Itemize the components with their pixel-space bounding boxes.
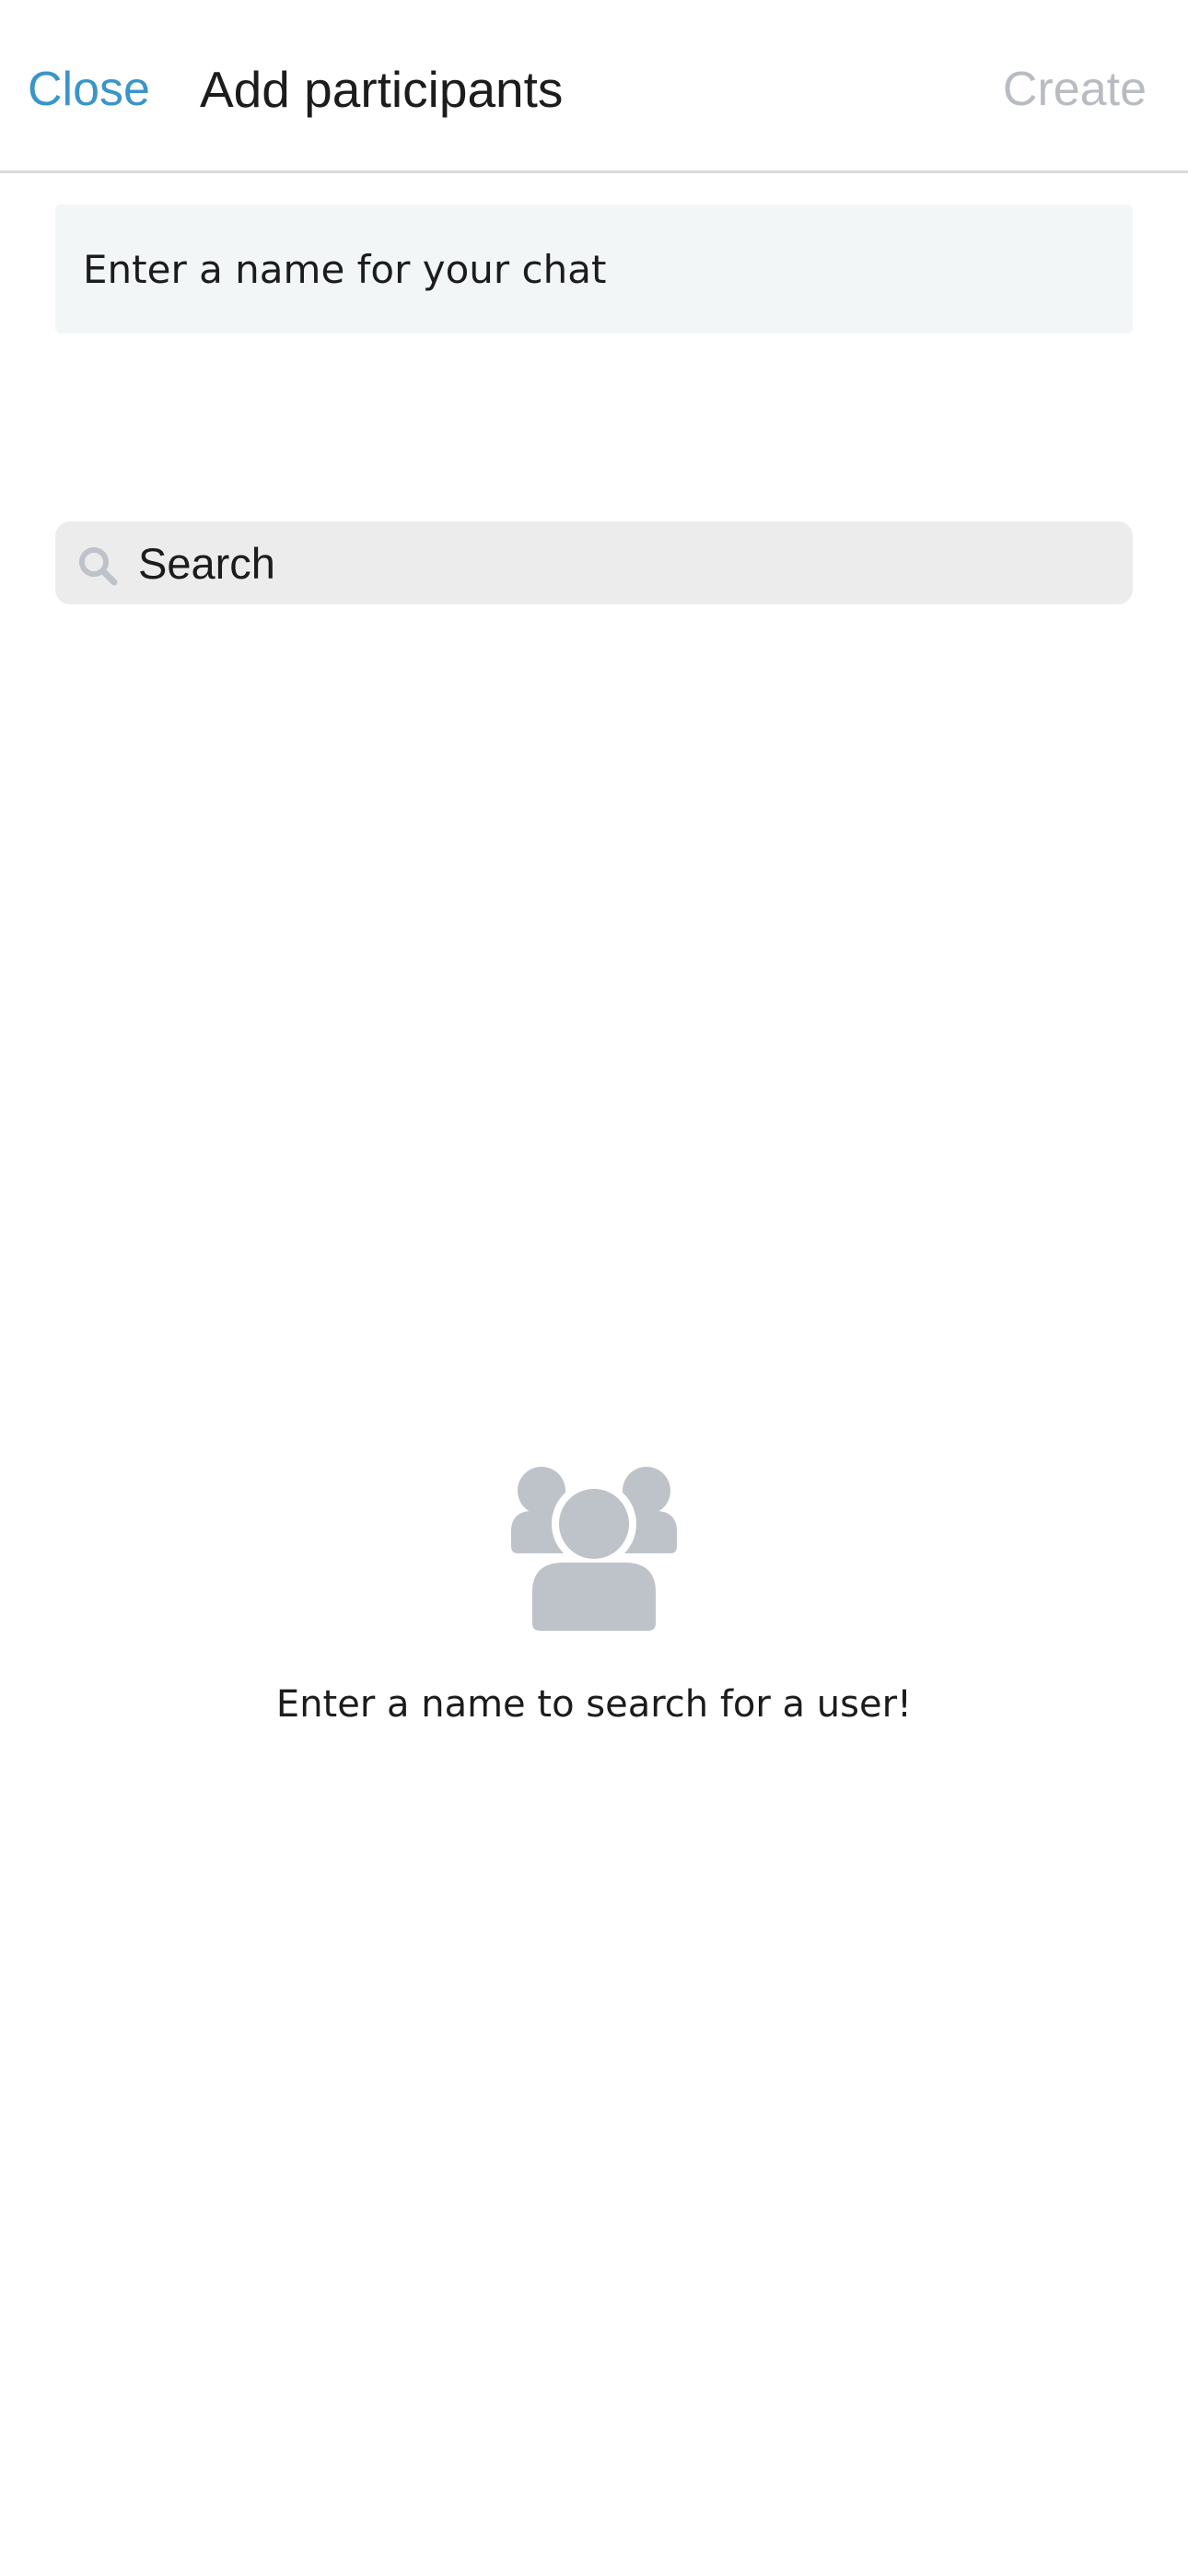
- page-title: Add participants: [200, 61, 564, 118]
- group-icon: [511, 1467, 677, 1633]
- close-button[interactable]: Close: [28, 57, 150, 122]
- empty-state-message: Enter a name to search for a user!: [275, 1683, 913, 1726]
- create-button[interactable]: Create: [1003, 57, 1147, 122]
- search-input[interactable]: [138, 521, 1114, 604]
- chat-name-field-container: [55, 205, 1133, 334]
- search-bar: [55, 521, 1133, 604]
- navigation-header: Close Add participants Create: [0, 0, 1188, 173]
- chat-name-input[interactable]: [55, 205, 1133, 334]
- empty-state: Enter a name to search for a user!: [0, 1465, 1188, 1730]
- search-icon: [79, 547, 118, 586]
